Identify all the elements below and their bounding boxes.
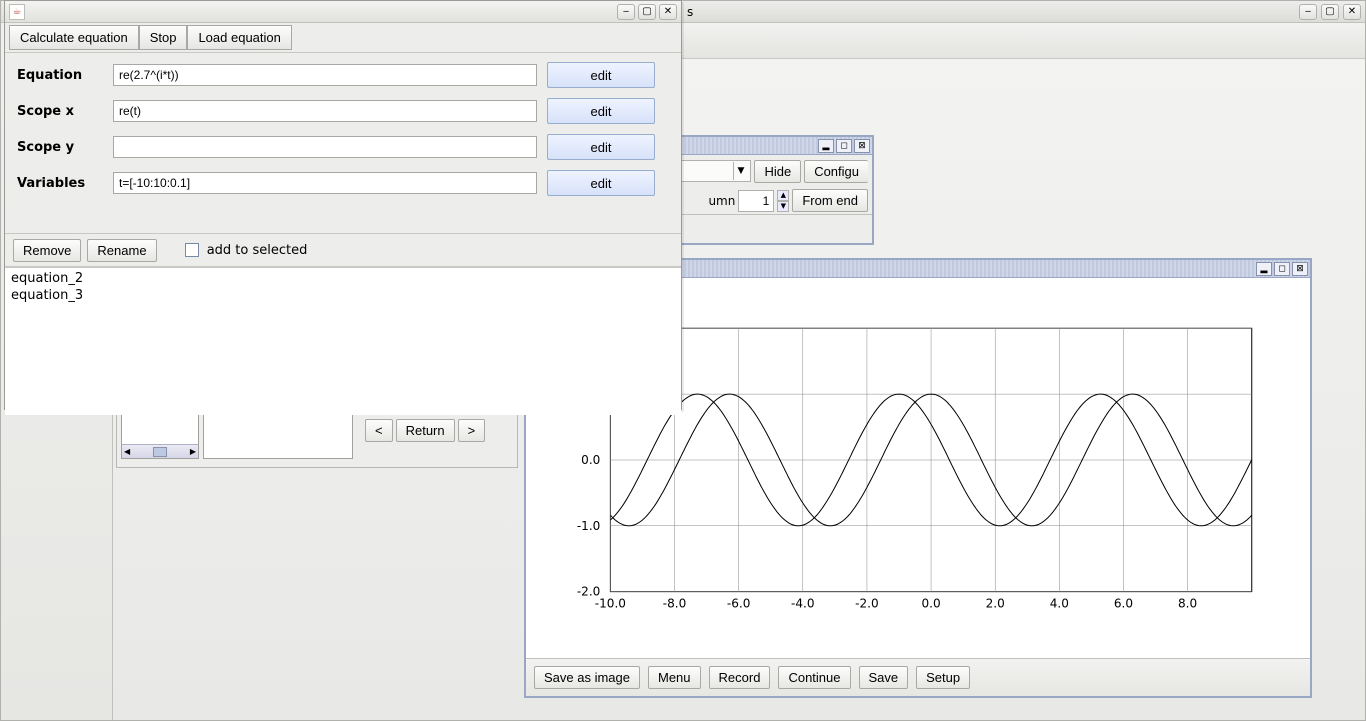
stop-button[interactable]: Stop [139, 25, 188, 50]
close-icon[interactable]: ⊠ [854, 139, 870, 153]
svg-text:-10.0: -10.0 [595, 597, 626, 611]
dialog-maximize-button[interactable]: ▢ [638, 4, 656, 20]
calculate-equation-button[interactable]: Calculate equation [9, 25, 139, 50]
from-end-button[interactable]: From end [792, 189, 868, 212]
rename-button[interactable]: Rename [87, 239, 156, 262]
spinner-down-icon[interactable]: ▼ [777, 201, 789, 212]
add-to-selected-checkbox[interactable] [185, 243, 199, 257]
svg-text:0.0: 0.0 [581, 453, 600, 467]
save-as-image-button[interactable]: Save as image [534, 666, 640, 689]
equation-dialog-titlebar[interactable]: ☕ ‒ ▢ ✕ [5, 1, 681, 23]
thumbnail-slider[interactable]: ◀ ▶ [122, 444, 198, 458]
setup-button[interactable]: Setup [916, 666, 970, 689]
spinner-up-icon[interactable]: ▲ [777, 190, 789, 201]
scopex-input[interactable] [113, 100, 537, 122]
scopex-label: Scope x [17, 104, 103, 119]
column-spinner-buttons[interactable]: ▲ ▼ [777, 190, 789, 212]
maximize-icon[interactable]: ◻ [1274, 262, 1290, 276]
column-label: umn [708, 194, 735, 208]
svg-text:0.0: 0.0 [921, 597, 940, 611]
close-icon[interactable]: ⊠ [1292, 262, 1308, 276]
load-equation-button[interactable]: Load equation [187, 25, 291, 50]
record-button[interactable]: Record [709, 666, 771, 689]
menu-button[interactable]: Menu [648, 666, 701, 689]
remove-button[interactable]: Remove [13, 239, 81, 262]
minimize-button[interactable]: ‒ [1299, 4, 1317, 20]
equation-dialog: ☕ ‒ ▢ ✕ Calculate equation Stop Load equ… [4, 0, 682, 410]
svg-text:-2.0: -2.0 [577, 585, 601, 599]
svg-text:-1.0: -1.0 [577, 519, 601, 533]
slider-right-icon[interactable]: ▶ [190, 447, 196, 456]
dialog-close-button[interactable]: ✕ [659, 4, 677, 20]
close-button[interactable]: ✕ [1343, 4, 1361, 20]
scopex-edit-button[interactable]: edit [547, 98, 655, 124]
scopey-label: Scope y [17, 140, 103, 155]
thumbnail-nav-panel: ◀ ▶ < Return > [116, 408, 518, 468]
add-to-selected-label[interactable]: add to selected [185, 243, 308, 258]
maximize-button[interactable]: ▢ [1321, 4, 1339, 20]
variables-edit-button[interactable]: edit [547, 170, 655, 196]
equation-list[interactable]: equation_2equation_3 [5, 267, 681, 415]
save-button[interactable]: Save [859, 666, 909, 689]
svg-text:8.0: 8.0 [1178, 597, 1197, 611]
thumbnail-empty [203, 411, 353, 459]
return-button[interactable]: Return [396, 419, 455, 442]
continue-button[interactable]: Continue [778, 666, 850, 689]
svg-text:4.0: 4.0 [1050, 597, 1069, 611]
equation-form: Equation edit Scope x edit Scope y edit … [5, 53, 681, 209]
maximize-icon[interactable]: ◻ [836, 139, 852, 153]
equation-input[interactable] [113, 64, 537, 86]
list-item[interactable]: equation_2 [11, 270, 675, 287]
iconify-icon[interactable]: ▂ [818, 139, 834, 153]
hide-button[interactable]: Hide [754, 160, 801, 183]
equation-list-toolbar: Remove Rename add to selected [5, 233, 681, 267]
add-to-selected-text: add to selected [207, 243, 308, 258]
equation-edit-button[interactable]: edit [547, 62, 655, 88]
dialog-minimize-button[interactable]: ‒ [617, 4, 635, 20]
variables-input[interactable] [113, 172, 537, 194]
series-select[interactable]: ▼ [675, 160, 751, 182]
list-item[interactable]: equation_3 [11, 287, 675, 304]
java-icon: ☕ [9, 4, 25, 20]
chevron-down-icon: ▼ [733, 162, 747, 180]
graph-toolbar: Save as image Menu Record Continue Save … [526, 658, 1310, 696]
svg-text:-6.0: -6.0 [727, 597, 751, 611]
equation-toolbar: Calculate equation Stop Load equation [5, 23, 681, 53]
configure-button[interactable]: Configu [804, 160, 868, 183]
title-tail: s [687, 5, 693, 19]
svg-text:6.0: 6.0 [1114, 597, 1133, 611]
next-button[interactable]: > [458, 419, 486, 442]
svg-text:2.0: 2.0 [986, 597, 1005, 611]
column-spinner[interactable] [738, 190, 774, 212]
equation-label: Equation [17, 68, 103, 83]
slider-thumb[interactable] [153, 447, 167, 457]
svg-text:-2.0: -2.0 [855, 597, 879, 611]
variables-label: Variables [17, 176, 103, 191]
svg-text:-8.0: -8.0 [663, 597, 687, 611]
iconify-icon[interactable]: ▂ [1256, 262, 1272, 276]
svg-text:-4.0: -4.0 [791, 597, 815, 611]
prev-button[interactable]: < [365, 419, 393, 442]
scopey-edit-button[interactable]: edit [547, 134, 655, 160]
slider-left-icon[interactable]: ◀ [124, 447, 130, 456]
scopey-input[interactable] [113, 136, 537, 158]
thumbnail-preview[interactable]: ◀ ▶ [121, 411, 199, 459]
